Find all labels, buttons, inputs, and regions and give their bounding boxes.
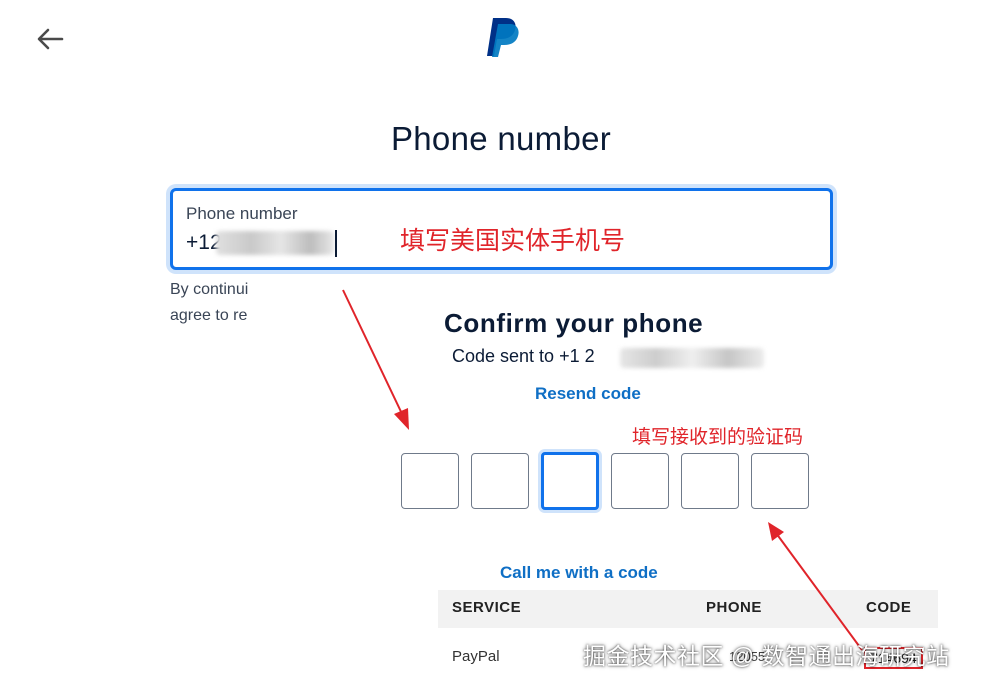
annotation-fill-phone: 填写美国实体手机号 xyxy=(400,227,626,255)
confirm-title: Confirm your phone xyxy=(444,308,704,338)
annotation-fill-code: 填写接收到的验证码 xyxy=(632,427,804,448)
resend-code-link[interactable]: Resend code xyxy=(535,384,641,404)
call-me-link[interactable]: Call me with a code xyxy=(500,563,658,583)
otp-digit-input[interactable] xyxy=(681,453,739,509)
otp-digit-input-active[interactable] xyxy=(541,452,599,510)
code-sent-text: Code sent to +1 2 xyxy=(452,346,595,366)
legal-text-line: By continui xyxy=(170,281,249,298)
legal-text-line: agree to re xyxy=(170,307,248,324)
otp-digit-input[interactable] xyxy=(471,453,529,509)
sms-table: SERVICE PHONE CODE xyxy=(438,590,938,628)
column-header-service: SERVICE xyxy=(452,599,522,616)
arrow-left-icon xyxy=(37,28,64,50)
cell-service: PayPal xyxy=(452,648,500,665)
back-button[interactable] xyxy=(34,26,68,52)
redacted-phone-digits xyxy=(216,231,334,255)
arrow-to-otp-icon xyxy=(342,289,409,430)
otp-digit-input[interactable] xyxy=(401,453,459,509)
phone-number-label: Phone number xyxy=(186,204,298,223)
annotation-arrows xyxy=(342,289,863,651)
legal-text: By continui agree to re xyxy=(170,277,262,329)
text-caret xyxy=(335,230,337,257)
column-header-code: CODE xyxy=(866,599,912,616)
otp-digit-input[interactable] xyxy=(611,453,669,509)
otp-digit-input[interactable] xyxy=(751,453,809,509)
phone-number-field[interactable]: Phone number +12 填写美国实体手机号 xyxy=(170,188,833,270)
redacted-phone-digits xyxy=(620,348,764,368)
paypal-logo-icon xyxy=(484,16,520,58)
arrow-from-code-icon xyxy=(768,522,863,651)
sms-table-header: SERVICE PHONE CODE xyxy=(438,590,938,628)
page-title: Phone number xyxy=(390,120,612,158)
watermark: 掘金技术社区 @ 数智通出海研究站 xyxy=(583,643,950,669)
column-header-phone: PHONE xyxy=(706,599,762,616)
